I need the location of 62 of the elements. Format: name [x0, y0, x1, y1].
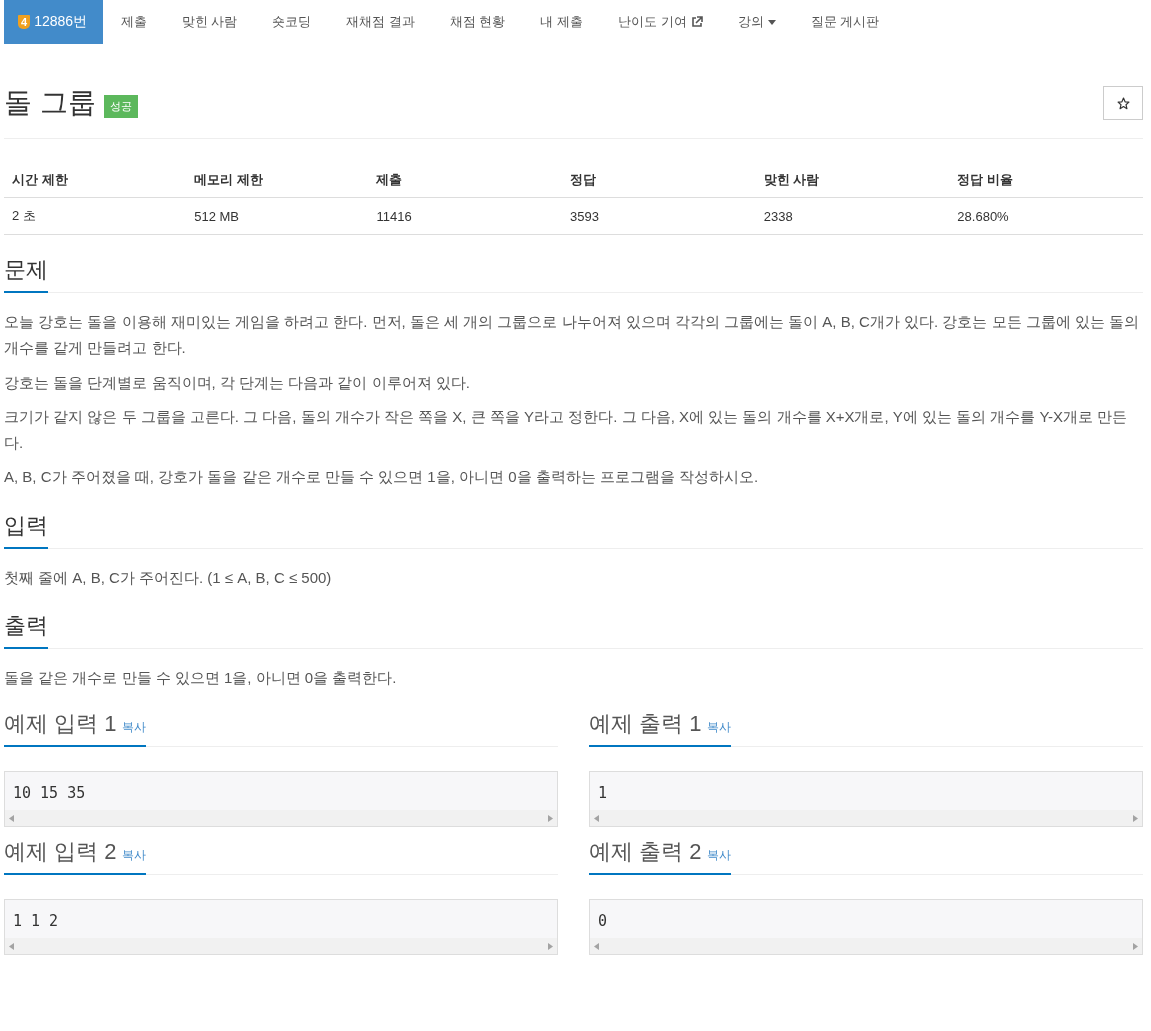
sample-heading: 예제 출력 2 — [589, 838, 702, 866]
scroll-left-icon — [594, 814, 599, 822]
nav-tab[interactable]: 숏코딩 — [254, 0, 329, 44]
nav-tab[interactable]: 질문 게시판 — [793, 0, 897, 44]
star-button[interactable] — [1103, 86, 1143, 120]
paragraph: 강호는 돌을 단계별로 움직이며, 각 단계는 다음과 같이 이루어져 있다. — [4, 372, 471, 393]
paragraph: 첫째 줄에 A, B, C가 주어진다. (1 ≤ A, B, C ≤ 500) — [4, 567, 333, 588]
sample-heading: 예제 입력 2 — [4, 838, 117, 866]
copy-link[interactable]: 복사 — [707, 719, 732, 736]
scroll-right-icon — [1133, 814, 1138, 822]
copy-link[interactable]: 복사 — [122, 719, 147, 736]
external-link-icon — [690, 16, 703, 28]
nav-tab[interactable]: 난이도 기여 — [600, 0, 721, 44]
scroll-left-icon — [9, 942, 14, 950]
column-header: 시간 제한 — [4, 159, 187, 198]
caret-icon — [767, 19, 776, 25]
horizontal-scrollbar[interactable] — [590, 810, 1142, 826]
table-cell: 11416 — [368, 197, 563, 235]
code-text: 1 — [597, 783, 609, 804]
table-cell: 3593 — [562, 197, 756, 235]
table-cell: 2 초 — [4, 197, 187, 235]
copy-link[interactable]: 복사 — [707, 847, 732, 864]
nav-tab[interactable]: 내 제출 — [522, 0, 601, 44]
scroll-right-icon — [548, 942, 553, 950]
nav-tab[interactable]: 제출 — [103, 0, 165, 44]
scroll-left-icon — [9, 814, 14, 822]
horizontal-scrollbar[interactable] — [5, 938, 557, 954]
copy-link[interactable]: 복사 — [122, 847, 147, 864]
section-heading: 출력 — [4, 610, 48, 649]
nav-tab[interactable]: 강의 — [720, 0, 794, 44]
column-header: 정답 — [562, 159, 756, 198]
paragraph: A, B, C가 주어졌을 때, 강호가 돌을 같은 개수로 만들 수 있으면 1을, 아니면 0을 출력하는 프로그램을 작성하시오. — [4, 467, 760, 488]
column-header: 메모리 제한 — [186, 159, 369, 198]
section-heading: 입력 — [4, 510, 48, 549]
paragraph: 오늘 강호는 돌을 이용해 재미있는 게임을 하려고 한다. 먼저, 돌은 세 개의 그룹으로 나누어져 있으며 각각의 그룹에는 돌이 A, B, C개가 있다. 강호는 모든 그룹에 있는 돌의 개수를 같게 만들려고 한다. — [4, 312, 1141, 359]
column-header: 맞힌 사람 — [755, 159, 950, 198]
tier-badge: 4 — [18, 15, 31, 29]
scroll-right-icon — [548, 814, 553, 822]
table-cell: 2338 — [755, 197, 950, 235]
nav-tab[interactable]: 4 12886번 — [4, 0, 104, 44]
scroll-right-icon — [1133, 942, 1138, 950]
nav-tab[interactable]: 맞힌 사람 — [164, 0, 255, 44]
horizontal-scrollbar[interactable] — [5, 810, 557, 826]
table-cell: 28.680% — [949, 197, 1143, 235]
column-header: 정답 비율 — [949, 159, 1143, 198]
status-badge: 성공 — [103, 94, 138, 118]
code-text: 10 15 35 — [12, 783, 87, 804]
star-icon — [1116, 96, 1130, 110]
code-text: 0 — [597, 911, 609, 932]
sample-heading: 예제 출력 1 — [589, 710, 702, 738]
column-header: 제출 — [368, 159, 563, 198]
horizontal-scrollbar[interactable] — [590, 938, 1142, 954]
nav-tab[interactable]: 재채점 결과 — [328, 0, 433, 44]
code-text: 1 1 2 — [12, 911, 60, 932]
paragraph: 돌을 같은 개수로 만들 수 있으면 1을, 아니면 0을 출력한다. — [4, 667, 398, 688]
sample-heading: 예제 입력 1 — [4, 710, 117, 738]
problem-title: 돌 그룹 — [4, 86, 96, 120]
table-cell: 512 MB — [186, 197, 369, 235]
section-heading: 문제 — [4, 255, 48, 293]
nav-tab[interactable]: 채점 현황 — [432, 0, 523, 44]
paragraph: 크기가 같지 않은 두 그룹을 고른다. 그 다음, 돌의 개수가 작은 쪽을 X, 큰 쪽을 Y라고 정한다. 그 다음, X에 있는 돌의 개수를 X+X개로, Y에 있는 돌의 개수를 Y-X개로 만든다. — [4, 406, 1129, 453]
scroll-left-icon — [594, 942, 599, 950]
